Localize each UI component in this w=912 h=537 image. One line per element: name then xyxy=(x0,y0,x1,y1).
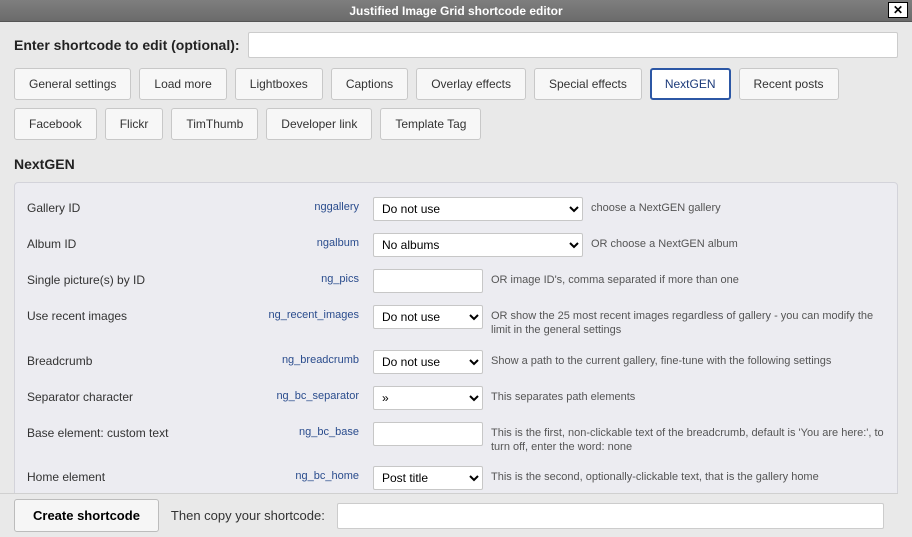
setting-row-ng_bc_home: Home element ng_bc_home Post title This is … xyxy=(27,460,885,496)
setting-row-ngalbum: Album ID ngalbum No albums OR choose a Next… xyxy=(27,227,885,263)
input-ng_bc_base[interactable] xyxy=(373,422,483,446)
setting-param: ng_bc_separator xyxy=(225,386,365,402)
setting-description: OR show the 25 most recent images regard… xyxy=(491,305,885,338)
setting-row-ng_pics: Single picture(s) by ID ng_pics OR image I… xyxy=(27,263,885,299)
tab-special-effects[interactable]: Special effects xyxy=(534,68,642,100)
input-ng_pics[interactable] xyxy=(373,269,483,293)
setting-control-wrap: Do not use xyxy=(373,197,583,221)
select-ng_bc_separator[interactable]: » xyxy=(373,386,483,410)
setting-label: Use recent images xyxy=(27,305,217,323)
setting-control-wrap xyxy=(373,422,483,446)
tab-lightboxes[interactable]: Lightboxes xyxy=(235,68,323,100)
setting-description: This is the first, non-clickable text of… xyxy=(491,422,885,455)
setting-label: Home element xyxy=(27,466,217,484)
setting-control-wrap: Do not use xyxy=(373,305,483,329)
setting-control-wrap: » xyxy=(373,386,483,410)
setting-description: This separates path elements xyxy=(491,386,885,404)
enter-shortcode-label: Enter shortcode to edit (optional): xyxy=(14,37,240,53)
tab-recent-posts[interactable]: Recent posts xyxy=(739,68,839,100)
settings-panel: Gallery ID nggallery Do not use choose a Ne… xyxy=(14,182,898,537)
setting-param: nggallery xyxy=(225,197,365,213)
footer: Create shortcode Then copy your shortcod… xyxy=(0,493,898,537)
setting-control-wrap xyxy=(373,269,483,293)
setting-label: Base element: custom text xyxy=(27,422,217,440)
select-ng_bc_home[interactable]: Post title xyxy=(373,466,483,490)
setting-param: ng_bc_base xyxy=(225,422,365,438)
setting-row-ng_bc_separator: Separator character ng_bc_separator » This … xyxy=(27,380,885,416)
setting-row-ng_bc_base: Base element: custom text ng_bc_base This … xyxy=(27,416,885,461)
tab-template-tag[interactable]: Template Tag xyxy=(380,108,481,140)
setting-param: ngalbum xyxy=(225,233,365,249)
setting-param: ng_pics xyxy=(225,269,365,285)
tab-captions[interactable]: Captions xyxy=(331,68,408,100)
setting-description: OR choose a NextGEN album xyxy=(591,233,885,251)
setting-row-ng_breadcrumb: Breadcrumb ng_breadcrumb Do not use Show a … xyxy=(27,344,885,380)
setting-label: Album ID xyxy=(27,233,217,251)
tab-facebook[interactable]: Facebook xyxy=(14,108,97,140)
window-title: Justified Image Grid shortcode editor xyxy=(349,4,562,18)
tab-general-settings[interactable]: General settings xyxy=(14,68,131,100)
setting-param: ng_breadcrumb xyxy=(225,350,365,366)
setting-control-wrap: Post title xyxy=(373,466,483,490)
setting-description: This is the second, optionally-clickable… xyxy=(491,466,885,484)
tab-bar: General settingsLoad more LightboxesCapti… xyxy=(14,68,898,140)
select-ng_recent_images[interactable]: Do not use xyxy=(373,305,483,329)
select-nggallery[interactable]: Do not use xyxy=(373,197,583,221)
setting-param: ng_bc_home xyxy=(225,466,365,482)
tab-load-more[interactable]: Load more xyxy=(139,68,226,100)
setting-param: ng_recent_images xyxy=(225,305,365,321)
setting-label: Single picture(s) by ID xyxy=(27,269,217,287)
setting-control-wrap: No albums xyxy=(373,233,583,257)
setting-description: choose a NextGEN gallery xyxy=(591,197,885,215)
setting-row-ng_recent_images: Use recent images ng_recent_images Do not … xyxy=(27,299,885,344)
select-ngalbum[interactable]: No albums xyxy=(373,233,583,257)
titlebar: Justified Image Grid shortcode editor ✕ xyxy=(0,0,912,22)
setting-description: OR image ID's, comma separated if more t… xyxy=(491,269,885,287)
setting-control-wrap: Do not use xyxy=(373,350,483,374)
tab-overlay-effects[interactable]: Overlay effects xyxy=(416,68,526,100)
section-title: NextGEN xyxy=(14,156,898,172)
setting-label: Breadcrumb xyxy=(27,350,217,368)
enter-shortcode-row: Enter shortcode to edit (optional): xyxy=(14,32,898,58)
setting-row-nggallery: Gallery ID nggallery Do not use choose a Ne… xyxy=(27,191,885,227)
output-shortcode-input[interactable] xyxy=(337,503,884,529)
copy-shortcode-label: Then copy your shortcode: xyxy=(171,508,325,523)
setting-description: Show a path to the current gallery, fine… xyxy=(491,350,885,368)
tab-nextgen[interactable]: NextGEN xyxy=(650,68,731,100)
setting-label: Separator character xyxy=(27,386,217,404)
close-icon[interactable]: ✕ xyxy=(888,2,908,18)
select-ng_breadcrumb[interactable]: Do not use xyxy=(373,350,483,374)
tab-developer-link[interactable]: Developer link xyxy=(266,108,372,140)
create-shortcode-button[interactable]: Create shortcode xyxy=(14,499,159,532)
enter-shortcode-input[interactable] xyxy=(248,32,898,58)
editor-window: Justified Image Grid shortcode editor ✕ … xyxy=(0,0,912,537)
setting-label: Gallery ID xyxy=(27,197,217,215)
body: Enter shortcode to edit (optional): Gene… xyxy=(0,22,912,537)
tab-timthumb[interactable]: TimThumb xyxy=(171,108,258,140)
scroll-area[interactable]: Enter shortcode to edit (optional): Gene… xyxy=(0,22,912,537)
tab-flickr[interactable]: Flickr xyxy=(105,108,164,140)
